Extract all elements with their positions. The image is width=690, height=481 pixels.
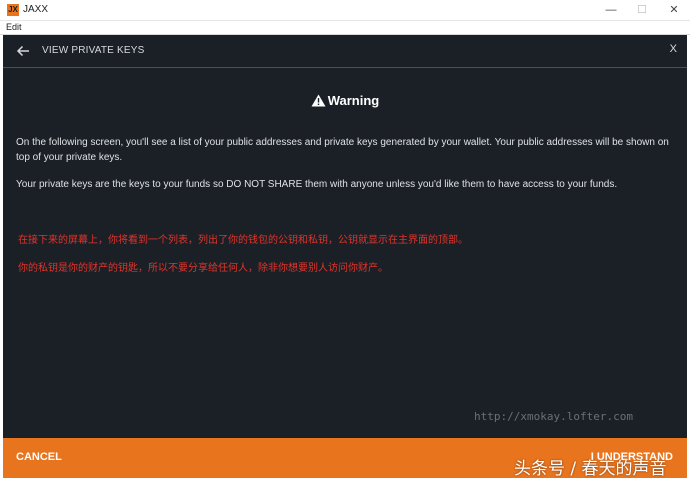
page-title: VIEW PRIVATE KEYS <box>42 45 145 56</box>
info-paragraph-addresses: On the following screen, you'll see a li… <box>16 137 669 163</box>
translation-note-1: 在接下来的屏幕上，你将看到一个列表，列出了你的钱包的公钥和私钥，公钥就显示在主界… <box>18 235 468 246</box>
window-title: JAXX <box>23 4 49 15</box>
back-arrow-icon[interactable] <box>15 43 31 59</box>
brand-watermark: 头条号 / 春天的声音 <box>514 459 667 479</box>
app-logo-icon: JX <box>7 4 19 16</box>
maximize-button[interactable]: ☐ <box>627 0 657 20</box>
main-panel: VIEW PRIVATE KEYS X Warning On the follo… <box>3 35 687 438</box>
translation-note-2: 你的私钥是你的财产的钥匙，所以不要分享给任何人，除非你想要别人访问你财产。 <box>18 263 388 274</box>
warning-title: Warning <box>327 93 380 108</box>
info-paragraph-private-keys: Your private keys are the keys to your f… <box>16 179 618 190</box>
close-button[interactable]: X <box>670 43 677 55</box>
menu-item-edit[interactable]: Edit <box>6 22 22 32</box>
menu-bar: Edit <box>0 21 690 35</box>
window-titlebar: JX JAXX — ☐ ✕ <box>0 0 690 21</box>
cancel-button[interactable]: CANCEL <box>16 451 62 463</box>
warning-triangle-icon <box>311 94 326 107</box>
minimize-button[interactable]: — <box>596 0 626 20</box>
window-close-button[interactable]: ✕ <box>659 0 689 20</box>
url-watermark: http://xmokay.lofter.com <box>474 410 633 423</box>
warning-heading: Warning <box>3 93 687 108</box>
page-header: VIEW PRIVATE KEYS X <box>3 35 687 68</box>
